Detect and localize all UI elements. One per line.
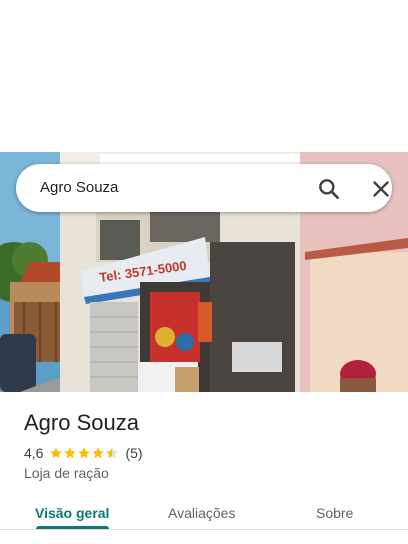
- search-icon[interactable]: [316, 176, 342, 202]
- tabs-divider: [0, 529, 408, 530]
- place-category: Loja de ração: [24, 465, 109, 481]
- search-input[interactable]: Agro Souza: [40, 179, 118, 196]
- star-icon: [64, 447, 77, 459]
- rating-row[interactable]: 4,6 (5): [24, 444, 143, 462]
- tab-overview[interactable]: Visão geral: [35, 505, 109, 521]
- tab-about[interactable]: Sobre: [316, 505, 353, 521]
- place-info-panel: Agro Souza 4,6 (5) Loja de ração Visão g…: [0, 392, 408, 544]
- tab-reviews[interactable]: Avaliações: [168, 505, 235, 521]
- star-icon: [78, 447, 91, 459]
- star-half-icon: [106, 447, 119, 459]
- close-icon[interactable]: [368, 176, 394, 202]
- star-rating: [49, 446, 119, 460]
- search-bar[interactable]: Agro Souza: [16, 164, 392, 212]
- place-title: Agro Souza: [24, 410, 139, 435]
- review-count[interactable]: (5): [125, 445, 142, 461]
- place-tabs: Visão geral Avaliações Sobre: [0, 498, 408, 544]
- blank-map-area: [0, 0, 408, 152]
- star-icon: [50, 447, 63, 459]
- rating-value: 4,6: [24, 445, 44, 461]
- star-icon: [92, 447, 105, 459]
